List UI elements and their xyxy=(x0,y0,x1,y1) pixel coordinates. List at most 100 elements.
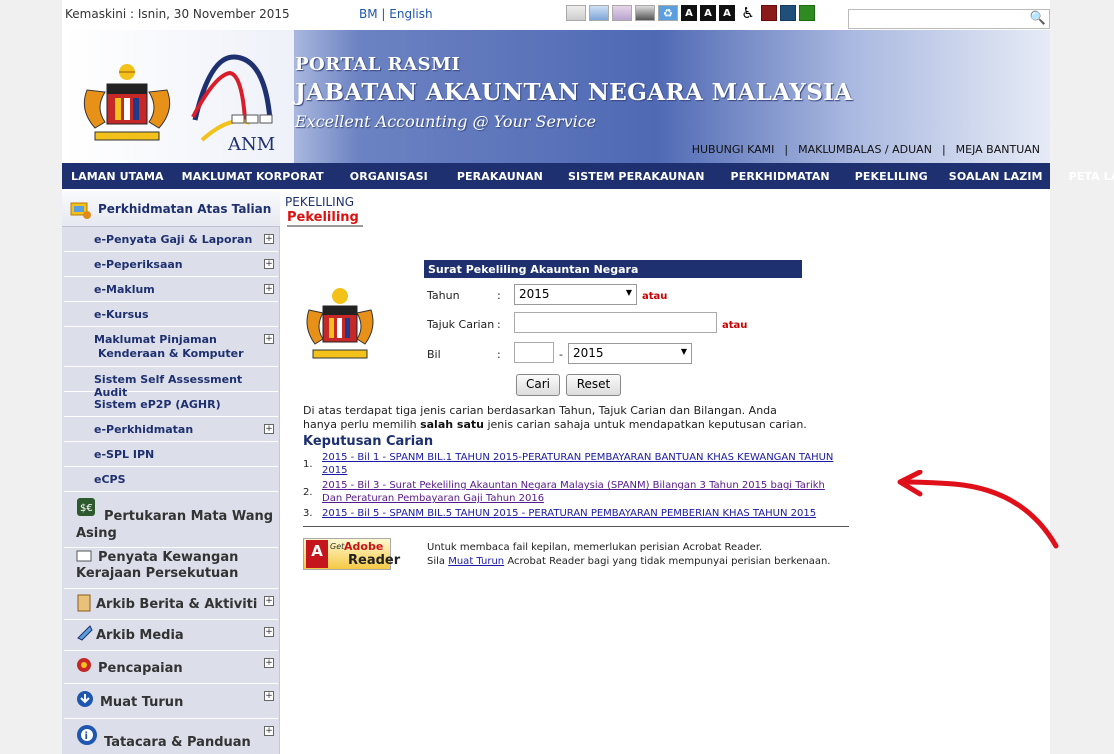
nav-home[interactable]: LAMAN UTAMA xyxy=(62,170,173,183)
result-number: 3. xyxy=(303,508,313,519)
expand-icon[interactable]: + xyxy=(264,726,274,736)
sidebar-item-media-archive[interactable]: Arkib Media + xyxy=(64,621,278,651)
lang-separator: | xyxy=(381,7,386,21)
breadcrumb: PEKELILING xyxy=(285,195,354,209)
accessibility-tools: ♻ A A A ♿ xyxy=(566,4,815,23)
nav-faq[interactable]: SOALAN LAZIM xyxy=(940,170,1052,183)
sidebar-item-e-peperiksaan[interactable]: e-Peperiksaan + xyxy=(64,253,278,277)
or-label: atau xyxy=(642,291,668,302)
sidebar-item-e-perkhidmatan[interactable]: e-Perkhidmatan + xyxy=(64,418,278,442)
sidebar-item-e-maklum[interactable]: e-Maklum + xyxy=(64,278,278,302)
lang-bm-link[interactable]: BM xyxy=(359,7,378,21)
result-link[interactable]: 2015 - Bil 3 - Surat Pekeliling Akauntan… xyxy=(322,479,842,505)
sidebar-item-achievements[interactable]: Pencapaian + xyxy=(64,652,278,684)
last-updated: Kemaskini : Isnin, 30 November 2015 xyxy=(65,7,290,21)
sidebar-item-guides[interactable]: i Tatacara & Panduan + xyxy=(64,720,278,754)
expand-icon[interactable]: + xyxy=(264,691,274,701)
color-blue-swatch[interactable] xyxy=(780,5,796,21)
color-red-swatch[interactable] xyxy=(761,5,777,21)
expand-icon[interactable]: + xyxy=(264,284,274,294)
nav-services[interactable]: PERKHIDMATAN xyxy=(718,170,843,183)
archive-icon xyxy=(77,594,91,612)
sidebar-item-news-archive[interactable]: Arkib Berita & Aktiviti + xyxy=(64,590,278,620)
result-link[interactable]: 2015 - Bil 1 - SPANM BIL.1 TAHUN 2015-PE… xyxy=(322,451,842,477)
media-icon xyxy=(77,625,93,641)
nav-accounting-system[interactable]: SISTEM PERAKAUNAN xyxy=(555,170,718,183)
reader-note: Untuk membaca fail kepilan, memerlukan p… xyxy=(427,542,831,567)
sidebar-item-e-penyata[interactable]: e-Penyata Gaji & Laporan + xyxy=(64,228,278,252)
expand-icon[interactable]: + xyxy=(264,424,274,434)
online-services-icon xyxy=(70,202,91,219)
portal-line1: PORTAL RASMI xyxy=(295,54,461,75)
divider xyxy=(303,526,849,527)
search-button[interactable]: Cari xyxy=(516,374,560,396)
search-instructions: Di atas terdapat tiga jenis carian berda… xyxy=(303,404,807,431)
label-bil: Bil xyxy=(427,348,441,361)
language-switch: BM | English xyxy=(359,7,433,21)
top-bar: Kemaskini : Isnin, 30 November 2015 BM |… xyxy=(62,0,1050,30)
page-title: Pekeliling xyxy=(287,210,363,227)
header-link-contact[interactable]: HUBUNGI KAMI xyxy=(692,143,775,156)
sidebar-item-pinjaman[interactable]: Maklumat Pinjaman Kenderaan & Komputer + xyxy=(64,328,278,367)
statement-icon xyxy=(76,550,92,562)
expand-icon[interactable]: + xyxy=(264,627,274,637)
reset-button[interactable]: Reset xyxy=(566,374,621,396)
color-green-swatch[interactable] xyxy=(799,5,815,21)
download-link[interactable]: Muat Turun xyxy=(448,556,504,567)
expand-icon[interactable]: + xyxy=(264,596,274,606)
header-link-helpdesk[interactable]: MEJA BANTUAN xyxy=(956,143,1040,156)
nav-corporate[interactable]: MAKLUMAT KORPORAT xyxy=(173,170,333,183)
get-adobe-reader-button[interactable]: A Get Adobe Reader xyxy=(303,538,400,570)
achievement-icon xyxy=(77,658,91,672)
sidebar-item-currency[interactable]: $€ Pertukaran Mata Wang Asing xyxy=(64,493,278,548)
expand-icon[interactable]: + xyxy=(264,334,274,344)
nav-accounting[interactable]: PERAKAUNAN xyxy=(445,170,555,183)
svg-text:i: i xyxy=(85,731,88,742)
sidebar-item-e-spl[interactable]: e-SPL IPN xyxy=(64,443,278,467)
sidebar-item-financial-statements[interactable]: Penyata Kewangan Kerajaan Persekutuan xyxy=(64,549,278,589)
expand-icon[interactable]: + xyxy=(264,234,274,244)
svg-text:$€: $€ xyxy=(80,503,93,514)
anm-text: ANM xyxy=(227,134,275,155)
search-icon[interactable]: 🔍 xyxy=(1030,11,1046,26)
sidebar-item-ecps[interactable]: eCPS xyxy=(64,468,278,492)
search-input[interactable]: 🔍 xyxy=(848,9,1050,29)
result-link[interactable]: 2015 - Bil 5 - SPANM BIL.5 TAHUN 2015 - … xyxy=(322,507,842,520)
wheelchair-icon[interactable]: ♿ xyxy=(738,4,758,22)
header-banner: ANM PORTAL RASMI JABATAN AKAUNTAN NEGARA… xyxy=(62,30,1050,163)
expand-icon[interactable]: + xyxy=(264,658,274,668)
font-large-icon[interactable]: A xyxy=(719,5,735,21)
sidebar: Perkhidmatan Atas Talian e-Penyata Gaji … xyxy=(62,191,280,754)
sidebar-head[interactable]: Perkhidmatan Atas Talian xyxy=(62,191,280,227)
lang-en-link[interactable]: English xyxy=(389,7,432,21)
nav-circulars[interactable]: PEKELILING xyxy=(843,170,940,183)
tahun-select[interactable]: 2015 ▼ xyxy=(514,284,637,305)
contrast-icon[interactable] xyxy=(635,5,655,21)
sidebar-item-ep2p[interactable]: Sistem eP2P (AGHR) xyxy=(64,393,278,417)
portal-line2: JABATAN AKAUNTAN NEGARA MALAYSIA xyxy=(295,79,853,106)
bil-year-select[interactable]: 2015 ▼ xyxy=(568,343,692,364)
download-icon xyxy=(77,691,93,707)
sitemap-icon[interactable] xyxy=(589,5,609,21)
sidebar-item-e-kursus[interactable]: e-Kursus xyxy=(64,303,278,327)
header-link-feedback[interactable]: MAKLUMBALAS / ADUAN xyxy=(798,143,932,156)
theme-icon[interactable] xyxy=(612,5,632,21)
portal-tagline: Excellent Accounting @ Your Service xyxy=(295,112,597,131)
search-form-title: Surat Pekeliling Akauntan Negara xyxy=(424,260,802,278)
text-size-icon[interactable] xyxy=(566,5,586,21)
nav-sitemap[interactable]: PETA LAMAN xyxy=(1052,170,1114,183)
tajuk-input[interactable] xyxy=(514,312,717,333)
coat-of-arms-logo xyxy=(306,288,374,359)
bil-input[interactable] xyxy=(514,342,554,363)
sidebar-item-self-assessment[interactable]: Sistem Self Assessment Audit xyxy=(64,368,278,399)
sidebar-item-downloads[interactable]: Muat Turun + xyxy=(64,685,278,719)
font-medium-icon[interactable]: A xyxy=(700,5,716,21)
expand-icon[interactable]: + xyxy=(264,259,274,269)
font-small-icon[interactable]: A xyxy=(681,5,697,21)
label-tahun: Tahun xyxy=(427,289,460,302)
accessibility-icon[interactable]: ♻ xyxy=(658,5,678,21)
main-nav: LAMAN UTAMA MAKLUMAT KORPORAT ORGANISASI… xyxy=(62,163,1114,189)
nav-organisation[interactable]: ORGANISASI xyxy=(333,170,445,183)
result-number: 2. xyxy=(303,487,313,498)
or-label: atau xyxy=(722,320,748,331)
